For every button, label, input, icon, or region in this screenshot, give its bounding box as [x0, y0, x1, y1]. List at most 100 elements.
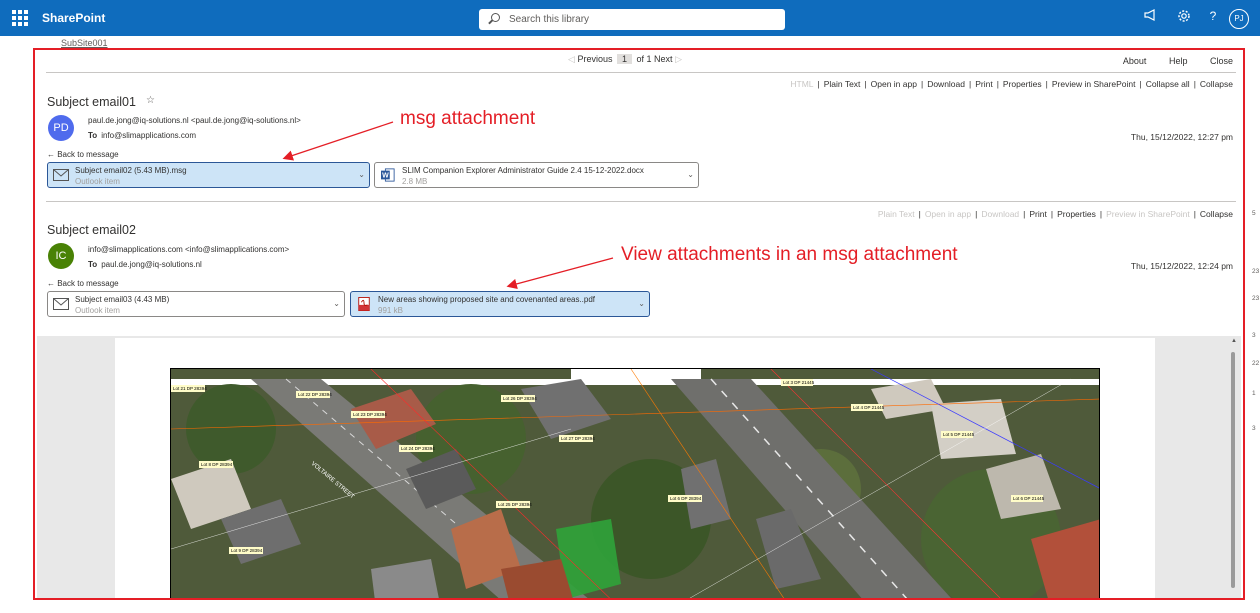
- edge-number: 3: [1252, 425, 1256, 432]
- collapse-all-link[interactable]: Collapse all: [1146, 79, 1190, 89]
- lot-label: Lot 21 DP 28394: [173, 386, 207, 391]
- chevron-down-icon[interactable]: ⌄: [638, 299, 645, 308]
- edge-number: 23: [1252, 295, 1260, 302]
- email2-action-bar: Plain Text | Open in app | Download | Print | Pr…: [877, 209, 1233, 219]
- page-number[interactable]: 1: [616, 54, 632, 64]
- email2-from[interactable]: info@slimapplications.com <info@slimappl…: [88, 245, 289, 254]
- lot-label: Lot 23 DP 28394: [353, 412, 387, 417]
- attachment-msg[interactable]: Subject email03 (4.43 MB) Outlook item ⌄: [47, 291, 345, 317]
- lot-label: Lot 22 DP 28394: [298, 392, 332, 397]
- email2-to-address[interactable]: paul.de.jong@iq-solutions.nl: [101, 260, 202, 269]
- top-links: About Help Close: [1103, 56, 1233, 66]
- next-arrow-icon: ▷: [675, 54, 682, 64]
- lot-label: Lot 6 DP 21445: [1013, 496, 1045, 501]
- gear-icon[interactable]: [1175, 9, 1193, 26]
- annotation-view-attachments: View attachments in an msg attachment: [621, 244, 958, 265]
- app-name[interactable]: SharePoint: [42, 11, 105, 25]
- download-link[interactable]: Download: [927, 79, 965, 89]
- scroll-up-arrow-icon[interactable]: ▲: [1231, 338, 1237, 344]
- html-link[interactable]: HTML: [790, 79, 813, 89]
- pdf-page: Lot 22 DP 28394 Lot 23 DP 28394 Lot 24 D…: [115, 338, 1155, 598]
- email1-to-address[interactable]: info@slimapplications.com: [101, 131, 196, 140]
- email1-avatar: PD: [48, 115, 74, 141]
- message-viewer-frame: ◁ Previous 1 of 1 Next ▷ About Help Clos…: [33, 48, 1245, 600]
- edge-number: 1: [1252, 390, 1256, 397]
- to-label: To: [88, 260, 98, 269]
- attachment-type: Outlook item: [75, 177, 120, 186]
- open-in-app-link[interactable]: Open in app: [925, 209, 971, 219]
- search-input[interactable]: [509, 11, 779, 28]
- lot-label: Lot 24 DP 28394: [401, 446, 435, 451]
- lot-label: Lot 8 DP 28394: [201, 462, 233, 467]
- search-box[interactable]: [479, 9, 785, 30]
- attachment-type: Outlook item: [75, 306, 120, 315]
- edge-number: 22: [1252, 360, 1260, 367]
- scrollbar-thumb[interactable]: [1231, 352, 1235, 588]
- email2-subject: Subject email02: [47, 223, 136, 237]
- properties-link[interactable]: Properties: [1057, 209, 1096, 219]
- print-link[interactable]: Print: [1029, 209, 1046, 219]
- chevron-down-icon[interactable]: ⌄: [333, 299, 340, 308]
- app-launcher-icon[interactable]: [12, 10, 28, 26]
- pager: ◁ Previous 1 of 1 Next ▷: [568, 54, 682, 65]
- edge-number: 3: [1252, 332, 1256, 339]
- divider: [46, 72, 1236, 73]
- chevron-down-icon[interactable]: ⌄: [687, 170, 694, 179]
- previous-arrow-icon: ◁: [568, 54, 575, 64]
- annotation-msg-attachment: msg attachment: [400, 108, 536, 129]
- back-to-message-link[interactable]: ← Back to message: [47, 279, 119, 288]
- close-link[interactable]: Close: [1210, 56, 1233, 66]
- aerial-map-image: Lot 22 DP 28394 Lot 23 DP 28394 Lot 24 D…: [170, 368, 1100, 598]
- lot-label: Lot 26 DP 28394: [503, 396, 537, 401]
- attachment-docx[interactable]: W SLIM Companion Explorer Administrator …: [374, 162, 699, 188]
- email1-date: Thu, 15/12/2022, 12:27 pm: [1130, 132, 1233, 142]
- attachment-name: Subject email03 (4.43 MB): [75, 295, 170, 304]
- svg-text:W: W: [382, 173, 389, 180]
- pdf-preview[interactable]: Lot 22 DP 28394 Lot 23 DP 28394 Lot 24 D…: [37, 336, 1241, 598]
- to-label: To: [88, 131, 98, 140]
- email1-from[interactable]: paul.de.jong@iq-solutions.nl <paul.de.jo…: [88, 116, 301, 125]
- print-link[interactable]: Print: [975, 79, 992, 89]
- download-link[interactable]: Download: [981, 209, 1019, 219]
- email2-date: Thu, 15/12/2022, 12:24 pm: [1130, 261, 1233, 271]
- attachment-size: 991 kB: [378, 306, 403, 315]
- collapse-link[interactable]: Collapse: [1200, 209, 1233, 219]
- lot-label: Lot 6 DP 28394: [670, 496, 702, 501]
- open-in-app-link[interactable]: Open in app: [871, 79, 917, 89]
- suite-bar: SharePoint ? PJ: [0, 0, 1260, 36]
- chevron-down-icon[interactable]: ⌄: [358, 170, 365, 179]
- preview-link[interactable]: Preview in SharePoint: [1052, 79, 1136, 89]
- attachment-name: New areas showing proposed site and cove…: [378, 295, 596, 304]
- plain-text-link[interactable]: Plain Text: [824, 79, 861, 89]
- edge-number: 23: [1252, 268, 1260, 275]
- plain-text-link[interactable]: Plain Text: [878, 209, 915, 219]
- pdf-icon: [358, 297, 370, 311]
- next-link[interactable]: Next: [654, 54, 673, 64]
- preview-link[interactable]: Preview in SharePoint: [1106, 209, 1190, 219]
- user-avatar[interactable]: PJ: [1229, 9, 1249, 29]
- email2-to: To paul.de.jong@iq-solutions.nl: [88, 260, 202, 269]
- lot-label: Lot 5 DP 21445: [943, 432, 975, 437]
- help-link[interactable]: Help: [1169, 56, 1188, 66]
- megaphone-icon[interactable]: [1142, 9, 1160, 24]
- collapse-link[interactable]: Collapse: [1200, 79, 1233, 89]
- attachment-name: SLIM Companion Explorer Administrator Gu…: [402, 166, 644, 175]
- help-icon[interactable]: ?: [1204, 9, 1222, 23]
- star-icon[interactable]: ☆: [146, 95, 155, 106]
- attachment-msg[interactable]: Subject email02 (5.43 MB).msg Outlook it…: [47, 162, 370, 188]
- email2-avatar: IC: [48, 243, 74, 269]
- attachment-pdf[interactable]: New areas showing proposed site and cove…: [350, 291, 650, 317]
- lot-label: Lot 4 DP 21445: [853, 405, 885, 410]
- edge-number: 5: [1252, 210, 1256, 217]
- breadcrumb-site-link[interactable]: SubSite001: [61, 38, 108, 48]
- page-of: of 1: [636, 54, 652, 64]
- about-link[interactable]: About: [1123, 56, 1147, 66]
- properties-link[interactable]: Properties: [1003, 79, 1042, 89]
- attachment-size: 2.8 MB: [402, 177, 428, 186]
- email1-to: To info@slimapplications.com: [88, 131, 196, 140]
- back-to-message-link[interactable]: ← Back to message: [47, 150, 119, 159]
- lot-label: Lot 9 DP 28394: [231, 548, 263, 553]
- previous-link[interactable]: Previous: [577, 54, 612, 64]
- attachment-name: Subject email02 (5.43 MB).msg: [75, 166, 187, 175]
- lot-label: Lot 25 DP 28394: [498, 502, 532, 507]
